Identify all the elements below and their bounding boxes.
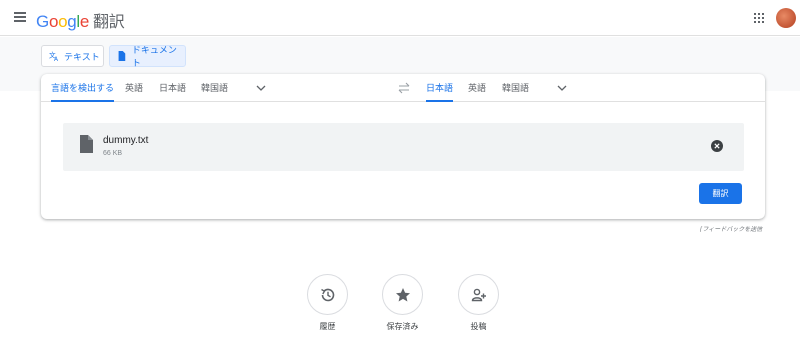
logo-letter: o	[48, 12, 59, 31]
chevron-down-icon[interactable]	[557, 83, 567, 93]
history-circle	[307, 274, 348, 315]
history-label: 履歴	[319, 322, 336, 331]
saved-button[interactable]: 保存済み	[372, 274, 432, 344]
source-lang-english[interactable]: 英語	[125, 74, 143, 102]
translate-button[interactable]: 翻訳	[699, 183, 742, 204]
send-feedback-link[interactable]: ⌈フィードバックを送信	[700, 224, 762, 233]
apps-grid-icon[interactable]	[754, 13, 764, 23]
top-app-bar: Google 翻訳	[0, 0, 800, 36]
target-lang-english[interactable]: 英語	[468, 74, 486, 102]
google-translate-logo[interactable]: Google 翻訳	[36, 8, 125, 32]
logo-letter: o	[58, 12, 68, 31]
file-name: dummy.txt	[103, 135, 149, 146]
contribute-icon	[471, 288, 486, 301]
language-bar: 言語を検出する 英語 日本語 韓国語 日本語 英語 韓国語	[41, 74, 765, 102]
translate-icon: 文 A	[49, 51, 58, 61]
remove-file-icon[interactable]	[711, 140, 723, 152]
product-name: 翻訳	[93, 14, 125, 31]
source-lang-japanese[interactable]: 日本語	[159, 74, 186, 102]
chevron-down-icon[interactable]	[256, 83, 266, 93]
source-lang-detect[interactable]: 言語を検出する	[51, 74, 115, 102]
source-lang-korean[interactable]: 韓国語	[201, 74, 228, 102]
logo-letter: e	[79, 12, 90, 31]
file-icon	[80, 135, 93, 153]
contribute-button[interactable]: 投稿	[448, 274, 508, 344]
saved-label: 保存済み	[386, 322, 419, 331]
file-size: 66 KB	[103, 150, 123, 157]
avatar[interactable]	[776, 8, 796, 28]
hamburger-menu-icon[interactable]	[14, 12, 26, 22]
text-mode-label: テキスト	[64, 51, 100, 62]
saved-circle	[382, 274, 423, 315]
target-lang-korean[interactable]: 韓国語	[502, 74, 529, 102]
document-mode-label: ドキュメント	[131, 45, 177, 68]
text-mode-button[interactable]: 文 A テキスト	[41, 45, 104, 67]
target-lang-japanese[interactable]: 日本語	[426, 74, 454, 102]
logo-letter: G	[36, 12, 49, 31]
document-icon	[118, 51, 126, 61]
svg-text:A: A	[54, 57, 58, 61]
contribute-label: 投稿	[470, 322, 487, 331]
star-icon	[395, 287, 410, 301]
contribute-circle	[458, 274, 499, 315]
uploaded-file-panel: dummy.txt 66 KB	[63, 123, 744, 171]
feedback-label: フィードバックを送信	[702, 227, 763, 233]
swap-languages-icon[interactable]	[397, 82, 411, 94]
history-button[interactable]: 履歴	[297, 274, 357, 344]
history-icon	[320, 288, 334, 301]
translation-card: 言語を検出する 英語 日本語 韓国語 日本語 英語 韓国語 dummy.txt …	[41, 74, 765, 219]
document-mode-button[interactable]: ドキュメント	[109, 45, 186, 68]
